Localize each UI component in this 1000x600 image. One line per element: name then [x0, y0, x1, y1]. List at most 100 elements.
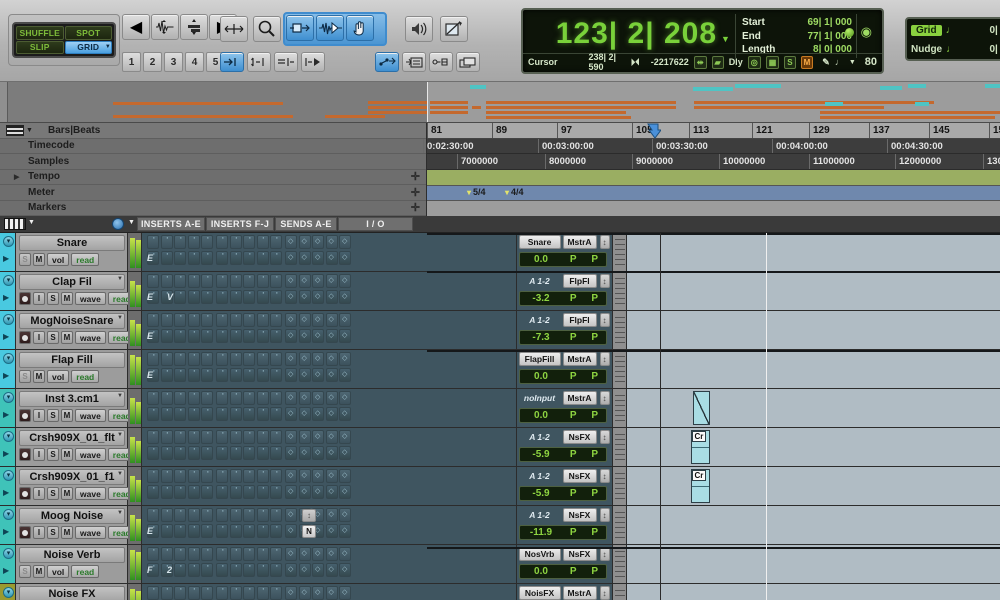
send-slot[interactable] — [339, 391, 351, 405]
send-slot[interactable] — [285, 485, 297, 499]
track-color-strip[interactable]: ▾ ▶ — [0, 389, 16, 427]
insert-slot[interactable] — [270, 251, 282, 265]
send-slot[interactable] — [339, 586, 351, 600]
track-output-button[interactable]: MstrA — [563, 391, 597, 405]
track-header[interactable]: Noise FX S M vol read — [16, 584, 128, 600]
insert-slot[interactable] — [270, 524, 282, 538]
track-output-button[interactable]: NsFX — [563, 508, 597, 522]
track-input-button[interactable]: noInput — [519, 391, 561, 405]
chevron-down-icon[interactable]: ▼ — [28, 219, 35, 226]
insert-slot[interactable] — [270, 563, 282, 577]
send-slot[interactable] — [326, 547, 338, 561]
record-enable-button[interactable] — [19, 409, 31, 422]
track-scroll-gutter[interactable] — [613, 467, 627, 505]
send-slot[interactable] — [299, 290, 311, 304]
audio-clip[interactable] — [693, 391, 710, 425]
insert-slot[interactable] — [174, 547, 186, 561]
insert-slot[interactable] — [243, 313, 255, 327]
insert-slot[interactable] — [257, 391, 269, 405]
insert-slot[interactable] — [270, 469, 282, 483]
send-slot[interactable] — [285, 563, 297, 577]
insert-slot[interactable] — [230, 235, 242, 249]
insert-slot[interactable] — [161, 430, 173, 444]
insert-slot[interactable] — [201, 290, 213, 304]
insert-slot[interactable] — [230, 508, 242, 522]
insert-slot[interactable] — [257, 235, 269, 249]
automation-mode-button[interactable]: read — [71, 565, 99, 578]
solo-button[interactable]: S — [19, 370, 31, 383]
ruler-markers-lane[interactable] — [427, 201, 1000, 216]
grabber-tool-icon[interactable] — [316, 15, 344, 41]
insert-slot[interactable] — [216, 407, 228, 421]
track-scroll-gutter[interactable] — [613, 389, 627, 427]
selector-tool-icon[interactable] — [286, 15, 314, 41]
send-slot[interactable] — [339, 508, 351, 522]
solo-button[interactable]: S — [47, 409, 59, 422]
insertion-follows-playback-icon[interactable] — [301, 52, 325, 72]
ruler-name-tempo[interactable]: ▶ Tempo ✛ — [0, 170, 426, 186]
insert-slot[interactable] — [161, 251, 173, 265]
track-color-strip[interactable]: ▾ ▶ — [0, 350, 16, 388]
insert-slot[interactable] — [174, 430, 186, 444]
track-volume-display[interactable]: -5.9 P P — [519, 486, 607, 501]
link-track-edit-icon[interactable] — [274, 52, 298, 72]
insert-slot[interactable] — [216, 313, 228, 327]
insert-slot[interactable] — [201, 508, 213, 522]
zoom-preset-2[interactable]: 2 — [143, 52, 162, 72]
insert-slot[interactable] — [147, 235, 159, 249]
insert-slot[interactable] — [161, 368, 173, 382]
insert-slot[interactable] — [201, 235, 213, 249]
link-timeline-selection-icon[interactable] — [247, 52, 271, 72]
track-collapse-icon[interactable]: ▾ — [3, 509, 14, 520]
track-view-mode-button[interactable]: vol — [47, 253, 69, 266]
insert-slot[interactable] — [257, 563, 269, 577]
io-pin-icon[interactable]: ↕ — [600, 313, 610, 327]
solo-button[interactable]: S — [47, 487, 59, 500]
track-header[interactable]: Moog Noise ▼ I S M wave read — [16, 506, 128, 544]
send-slot[interactable] — [339, 352, 351, 366]
track-output-button[interactable]: MstrA — [563, 586, 597, 600]
ruler-name-markers[interactable]: Markers ✛ — [0, 201, 426, 217]
chevron-down-icon[interactable]: ▼ — [128, 219, 135, 226]
insert-slot[interactable] — [270, 547, 282, 561]
insert-slot[interactable] — [243, 547, 255, 561]
insert-slot[interactable] — [257, 547, 269, 561]
send-slot[interactable] — [285, 391, 297, 405]
insert-slot[interactable] — [270, 290, 282, 304]
track-header[interactable]: Inst 3.cm1 ▼ I S M wave read — [16, 389, 128, 427]
track-edit-lane[interactable] — [627, 389, 1000, 427]
send-slot[interactable] — [285, 508, 297, 522]
input-monitor-button[interactable]: I — [33, 409, 45, 422]
chevron-down-icon[interactable]: ▼ — [117, 471, 123, 477]
send-slot[interactable] — [339, 329, 351, 343]
insert-slot[interactable] — [188, 563, 200, 577]
track-edit-lane[interactable] — [627, 584, 1000, 600]
insert-slot[interactable] — [188, 235, 200, 249]
track-name-button[interactable]: Flap Fill — [19, 352, 125, 368]
send-slot[interactable] — [326, 391, 338, 405]
send-slot[interactable] — [312, 368, 324, 382]
track-collapse-icon[interactable]: ▾ — [3, 431, 14, 442]
send-slot[interactable] — [299, 235, 311, 249]
track-view-mode-button[interactable]: wave — [75, 487, 106, 500]
send-slot[interactable] — [299, 368, 311, 382]
overview-playhead[interactable] — [427, 82, 428, 122]
chevron-down-icon[interactable]: ▼ — [117, 510, 123, 516]
track-view-mode-button[interactable]: wave — [75, 292, 106, 305]
track-volume-display[interactable]: -7.3 P P — [519, 330, 607, 345]
send-slot[interactable] — [326, 313, 338, 327]
track-scroll-gutter[interactable] — [613, 428, 627, 466]
solo-icon[interactable]: S — [784, 56, 795, 69]
track-output-button[interactable]: NsFX — [563, 547, 597, 561]
track-output-button[interactable]: FlpFl — [563, 274, 597, 288]
track-name-button[interactable]: Moog Noise ▼ — [19, 508, 125, 524]
solo-button[interactable]: S — [19, 565, 31, 578]
send-slot[interactable] — [312, 235, 324, 249]
track-input-button[interactable]: A 1-2 — [519, 469, 561, 483]
grid-value[interactable]: 0| 1| — [990, 25, 1000, 36]
insert-slot[interactable] — [216, 547, 228, 561]
track-expand-icon[interactable]: ▶ — [3, 488, 9, 497]
track-row[interactable]: ▾ ▶ Noise Verb S M vol read F2 NosVrb Ns… — [0, 545, 1000, 584]
send-slot[interactable] — [299, 391, 311, 405]
insert-slot[interactable] — [243, 290, 255, 304]
